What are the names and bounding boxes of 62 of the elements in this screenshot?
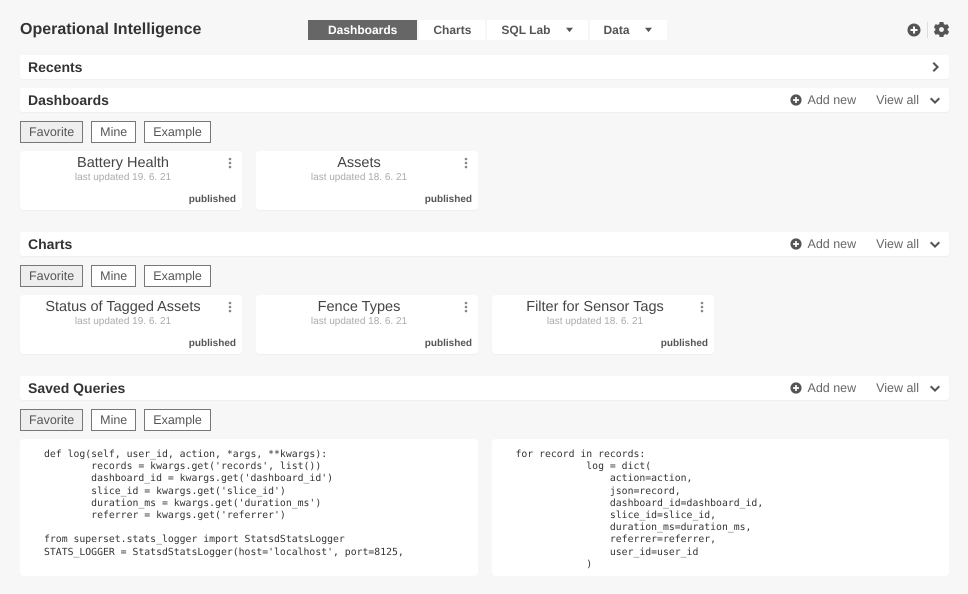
plus-icon: [790, 382, 802, 394]
add-new-button[interactable]: Add new: [790, 381, 856, 395]
section-title: Charts: [28, 236, 74, 252]
section-title: Recents: [28, 59, 84, 75]
settings-icon[interactable]: [934, 22, 949, 37]
plus-icon: [790, 94, 802, 106]
last-updated: last updated 18. 6. 21: [546, 316, 644, 327]
more-icon[interactable]: [700, 301, 704, 313]
nav-tab[interactable]: Dashboards: [308, 20, 418, 40]
item-card[interactable]: Status of Tagged Assets last updated 19. 6. 21 published: [20, 295, 242, 354]
more-icon[interactable]: [228, 157, 232, 169]
query-preview[interactable]: def log(self, user_id, action, *args, **kwargs): records = kwargs.get('records', list()) dashboard_id = kwargs.get('dashboard_id') slice_id = kwargs.get('slice_id') duration_ms = kwargs.get('duration_ms') referrer = kwargs.get('referrer') from superset.stats_logger import StatsdStatsLogger STATS_LOGGER = StatsdStatsLogger(host='localhost', port=8125,: [20, 439, 478, 576]
status-label: published: [188, 194, 236, 205]
filter-button[interactable]: Example: [144, 121, 211, 143]
last-updated: last updated 19. 6. 21: [74, 316, 172, 327]
more-icon[interactable]: [228, 301, 232, 313]
card-title: Fence Types: [318, 299, 400, 315]
last-updated: last updated 18. 6. 21: [310, 316, 408, 327]
query-preview[interactable]: for record in records: log = dict( action=action, json=record, dashboard_id=dashboard_id, slice_id=slice_id, duration_ms=duration_ms, referrer=referrer, user_id=user_id ): [492, 439, 949, 576]
plus-icon: [790, 238, 802, 250]
card-title: Assets: [337, 155, 381, 171]
more-icon[interactable]: [464, 301, 468, 313]
card-title: Status of Tagged Assets: [45, 299, 201, 315]
item-card[interactable]: Assets last updated 18. 6. 21 published: [256, 151, 478, 210]
filter-button[interactable]: Mine: [91, 121, 136, 143]
caret-icon[interactable]: [564, 26, 574, 33]
view-all-link[interactable]: View all: [876, 381, 919, 395]
status-label: published: [188, 338, 236, 349]
caret-icon[interactable]: [644, 26, 653, 33]
status-label: published: [424, 338, 472, 349]
filter-button[interactable]: Example: [144, 409, 211, 431]
section-header[interactable]: Saved Queries Add new View all: [20, 376, 949, 400]
nav-tab[interactable]: Charts: [419, 20, 486, 40]
last-updated: last updated 18. 6. 21: [310, 172, 408, 183]
last-updated: last updated 19. 6. 21: [74, 172, 172, 183]
section-header[interactable]: Dashboards Add new View all: [20, 88, 949, 112]
filter-button[interactable]: Favorite: [20, 265, 84, 287]
card-title: Battery Health: [77, 155, 169, 171]
filter-button[interactable]: Favorite: [20, 121, 84, 143]
filter-button[interactable]: Favorite: [20, 409, 84, 431]
add-new-button[interactable]: Add new: [790, 237, 856, 251]
section-title: Dashboards: [28, 92, 110, 108]
nav-tab[interactable]: SQL Lab: [487, 20, 588, 40]
item-card[interactable]: Fence Types last updated 18. 6. 21 published: [256, 295, 478, 354]
status-label: published: [424, 194, 472, 205]
item-card[interactable]: Filter for Sensor Tags last updated 18. 6. 21 published: [492, 295, 714, 354]
add-icon[interactable]: [907, 22, 921, 36]
section-header[interactable]: Recents: [20, 55, 949, 79]
app-title: Operational Intelligence: [20, 20, 202, 38]
more-icon[interactable]: [464, 157, 468, 169]
view-all-link[interactable]: View all: [876, 237, 919, 251]
add-new-button[interactable]: Add new: [790, 93, 856, 107]
card-title: Filter for Sensor Tags: [526, 299, 664, 315]
status-label: published: [660, 338, 708, 349]
filter-button[interactable]: Example: [144, 265, 211, 287]
nav-tab[interactable]: Data: [590, 20, 667, 40]
item-card[interactable]: Battery Health last updated 19. 6. 21 published: [20, 151, 242, 210]
filter-button[interactable]: Mine: [91, 409, 136, 431]
section-title: Saved Queries: [28, 380, 126, 396]
view-all-link[interactable]: View all: [876, 93, 919, 107]
section-header[interactable]: Charts Add new View all: [20, 232, 949, 256]
filter-button[interactable]: Mine: [91, 265, 136, 287]
